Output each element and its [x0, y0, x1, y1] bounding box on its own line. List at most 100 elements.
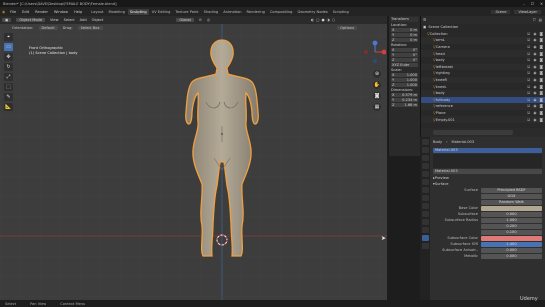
property-value-field[interactable]: Random Walk — [481, 199, 542, 205]
workspace-tab-layout[interactable]: Layout — [89, 9, 105, 15]
menu-help[interactable]: Help — [73, 10, 83, 14]
property-value-field[interactable] — [481, 205, 542, 211]
checkbox-icon[interactable]: ☑ — [527, 65, 530, 69]
transform-icon[interactable]: ⬚ — [4, 83, 13, 91]
eye-icon[interactable]: ◉ — [533, 78, 536, 82]
texture-tab-icon[interactable] — [421, 243, 429, 249]
material-tab-icon[interactable] — [421, 235, 429, 241]
outliner-row[interactable]: ▽ body ☑ ◉ ◙ — [421, 57, 545, 64]
select-menu[interactable]: Select — [64, 18, 75, 22]
scene-tab-icon[interactable] — [421, 171, 429, 177]
cursor-icon[interactable]: ⌖ — [4, 33, 13, 41]
scale-z-field[interactable]: Z 1.000 — [391, 82, 418, 87]
scale-icon[interactable]: ⤢ — [4, 73, 13, 81]
checkbox-icon[interactable]: ☑ — [527, 104, 530, 108]
camera-icon[interactable]: ◙ — [540, 32, 544, 36]
eye-icon[interactable]: ◉ — [533, 98, 536, 102]
transform-panel-title[interactable]: Transform — [391, 17, 418, 22]
mode-select[interactable]: Object Mode — [16, 18, 46, 22]
transform-orientation-select[interactable]: Global — [176, 18, 194, 22]
workspace-tab-animation[interactable]: Animation — [221, 9, 243, 15]
object-tab-icon[interactable] — [421, 187, 429, 193]
outliner-row[interactable]: ▽ kneeR ☑ ◉ ◙ — [421, 76, 545, 84]
checkbox-icon[interactable]: ☑ — [527, 118, 530, 122]
rotation-z-field[interactable]: Z 0° — [391, 57, 418, 62]
viewlayer-field[interactable]: ViewLayer — [514, 9, 541, 14]
outliner-type-icon[interactable]: ☰ — [423, 18, 426, 22]
eye-icon[interactable]: ◉ — [533, 52, 536, 56]
pan-hand-icon[interactable]: ✋ — [373, 81, 381, 89]
eye-icon[interactable]: ◉ — [533, 71, 536, 75]
object-menu[interactable]: Object — [92, 18, 104, 22]
modifier-tab-icon[interactable] — [421, 195, 429, 201]
property-value-field[interactable]: 0.000 — [481, 247, 542, 253]
checkbox-icon[interactable]: ☑ — [527, 32, 530, 36]
checkbox-icon[interactable]: ☑ — [527, 45, 530, 49]
properties-search-field[interactable] — [433, 130, 513, 135]
location-y-field[interactable]: Y0 m — [391, 32, 418, 37]
camera-icon[interactable]: ◙ — [540, 65, 544, 69]
camera-icon[interactable]: ◙ — [540, 98, 544, 102]
proportional-icon[interactable]: ◎ — [207, 18, 210, 22]
overlay-icon[interactable]: ◐ — [311, 18, 314, 22]
dimensions-y-field[interactable]: Y 0.234 m — [391, 97, 418, 102]
camera-icon[interactable]: ◙ — [540, 71, 544, 75]
camera-icon[interactable]: ◙ — [540, 104, 544, 108]
scale-y-field[interactable]: Y 1.000 — [391, 77, 418, 82]
rotation-y-field[interactable]: Y 0° — [391, 52, 418, 57]
rotate-icon[interactable]: ↻ — [4, 63, 13, 71]
dimensions-z-field[interactable]: Z 1.66 m — [391, 102, 418, 107]
female-body-mesh[interactable] — [170, 38, 274, 260]
workspace-tab-compositing[interactable]: Compositing — [268, 9, 295, 15]
property-value-field[interactable] — [481, 235, 542, 241]
rotation-x-field[interactable]: X 0° — [391, 47, 418, 52]
outliner-row[interactable]: ▽ Collection ☑ ◉ ◙ — [421, 31, 545, 38]
checkbox-icon[interactable]: ☑ — [527, 71, 530, 75]
checkbox-icon[interactable]: ☑ — [527, 98, 530, 102]
property-value-field[interactable]: Principled BSDF — [481, 187, 542, 193]
camera-icon[interactable]: ◙ — [540, 118, 544, 122]
property-value-field[interactable]: 1.000 — [481, 217, 542, 223]
tool-tab-icon[interactable] — [421, 139, 429, 145]
editor-type-icon[interactable]: ▣ — [2, 18, 12, 22]
eye-icon[interactable]: ◉ — [533, 45, 536, 49]
ortho-grid-icon[interactable]: ▦ — [373, 103, 381, 111]
outliner-row[interactable]: ▽ body ☑ ◉ ◙ — [421, 89, 545, 97]
measure-icon[interactable]: 📐 — [4, 103, 13, 111]
annotate-icon[interactable]: ✎ — [4, 93, 13, 101]
snap-icon[interactable]: ⊙ — [199, 18, 202, 22]
camera-icon[interactable]: ◙ — [373, 92, 381, 100]
render-tab-icon[interactable] — [421, 147, 429, 153]
eye-icon[interactable]: ◉ — [533, 118, 536, 122]
3d-viewport[interactable]: ▣ Object Mode View Select Add Object Glo… — [0, 16, 387, 300]
outliner-row[interactable]: ▽ Plane ☑ ◉ ◙ — [421, 110, 545, 117]
eye-icon[interactable]: ◉ — [533, 104, 536, 108]
location-x-field[interactable]: X0 m — [391, 27, 418, 32]
property-value-field[interactable]: 0.000 — [481, 253, 542, 259]
material-slot-list[interactable] — [433, 154, 542, 168]
view-menu[interactable]: View — [50, 18, 59, 22]
outliner-row[interactable]: ▽ rightleg ☑ ◉ ◙ — [421, 70, 545, 77]
xray-icon[interactable]: ▢ — [316, 18, 319, 22]
outliner-row[interactable]: ▽ leftbreast ☑ ◉ ◙ — [421, 63, 545, 71]
property-value-field[interactable]: 0.200 — [481, 223, 542, 229]
scene-collection-row[interactable]: ▣ Scene Collection — [421, 24, 545, 31]
property-value-field[interactable]: 1.400 — [481, 241, 542, 247]
add-menu[interactable]: Add — [80, 18, 87, 22]
workspace-tab-shading[interactable]: Shading — [202, 9, 221, 15]
outliner-row[interactable]: ▽ fullbody ☑ ◉ ◙ — [421, 96, 545, 104]
outliner-row[interactable]: ▽ Camera ☑ ◉ ◙ — [421, 44, 545, 51]
workspace-tab-geometry-nodes[interactable]: Geometry Nodes — [295, 9, 329, 15]
workspace-tab-texture-paint[interactable]: Texture Paint — [173, 9, 200, 15]
outliner-row[interactable]: ▽ head ☑ ◉ ◙ — [421, 50, 545, 57]
outliner-row[interactable]: ▽ reference ☑ ◉ ◙ — [421, 103, 545, 110]
menu-window[interactable]: Window — [53, 10, 69, 14]
outliner-row[interactable]: ▽ armL ☑ ◉ ◙ — [421, 37, 545, 44]
constraints-tab-icon[interactable] — [421, 219, 429, 225]
property-value-field[interactable]: 0.100 — [481, 229, 542, 235]
checkbox-icon[interactable]: ☑ — [527, 85, 530, 89]
particles-tab-icon[interactable] — [421, 203, 429, 209]
camera-icon[interactable]: ◙ — [540, 85, 544, 89]
rendered-shading-icon[interactable]: ○ — [332, 18, 335, 22]
physics-tab-icon[interactable] — [421, 211, 429, 217]
